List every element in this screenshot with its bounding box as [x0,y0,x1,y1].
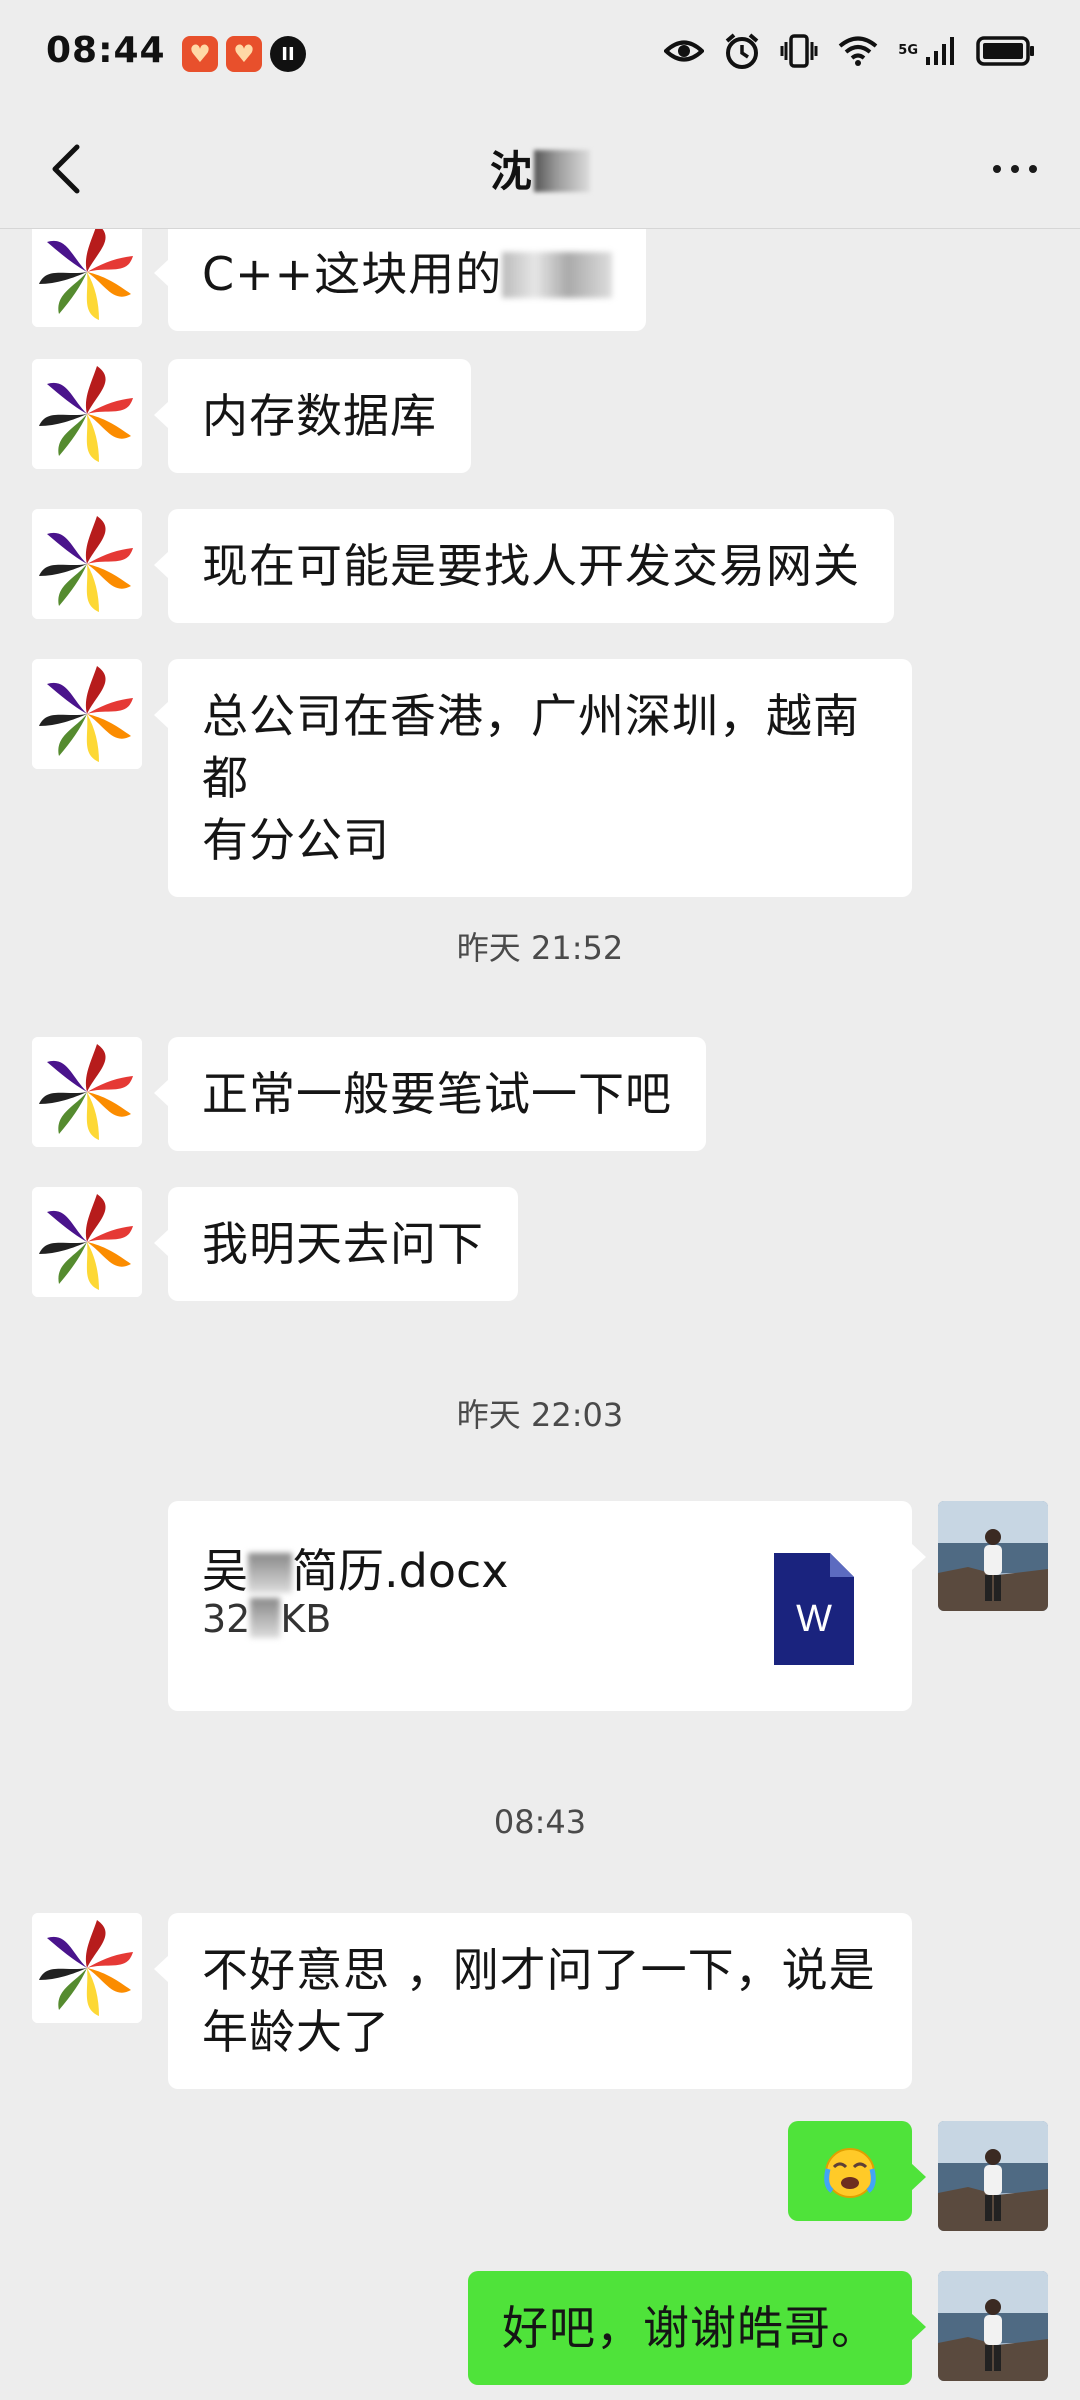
heart-badge-icon: ♥ [182,36,218,72]
chat-title-text: 沈 [489,147,532,196]
status-bar: 08:44 ♥ ♥ II 5G [0,0,1080,110]
message-bubble[interactable]: 不好意思 ，刚才问了一下，说是 年龄大了 [154,1913,912,2089]
more-dots-icon[interactable] [980,146,1050,192]
message-text-line: 有分公司 [202,813,390,867]
contact-avatar[interactable] [32,659,142,769]
status-time: 08:44 [46,30,166,71]
redacted-name-blur [534,150,590,192]
file-name: 吴简历.docx [202,1535,508,1601]
message-text: 内存数据库 [202,389,437,443]
svg-text:W: W [796,1598,832,1640]
message-text-line: 不好意思 ，刚才问了一下，说是 [202,1943,876,1997]
message-bubble[interactable]: 现在可能是要找人开发交易网关 [154,509,894,623]
chat-message-list[interactable]: C++这块用的 内存数据库 现在可能是要找人开发交易网关 总公司在香港，广州深圳… [0,229,1080,2400]
message-bubble[interactable]: 好吧，谢谢皓哥。 [468,2271,926,2385]
contact-avatar[interactable] [32,1037,142,1147]
file-size-part: 32 [202,1597,251,1641]
message-text: 我明天去问下 [202,1217,484,1271]
vibrate-icon [780,34,818,68]
user-avatar[interactable] [938,1501,1048,1611]
redacted-text-blur [502,252,613,298]
battery-icon [976,36,1034,66]
app-badge-icon: II [270,36,306,72]
message-bubble[interactable]: 总公司在香港，广州深圳，越南都 有分公司 [154,659,912,897]
redacted-text-blur [250,1598,281,1638]
file-message-card[interactable]: 吴简历.docx 32 KB W [168,1501,926,1711]
crying-face-emoji [824,2148,876,2198]
contact-avatar[interactable] [32,509,142,619]
contact-avatar[interactable] [32,359,142,469]
message-text-line: 总公司在香港，广州深圳，越南都 [202,689,860,805]
chat-title: 沈 [0,138,1080,199]
wifi-icon [839,36,878,66]
file-name-part: 吴 [202,1544,248,1598]
message-text: 现在可能是要找人开发交易网关 [202,539,860,593]
user-avatar[interactable] [938,2121,1048,2231]
contact-avatar[interactable] [32,1187,142,1297]
file-size: 32 KB [202,1597,331,1641]
file-name-part: 简历.docx [292,1544,509,1598]
message-text-line: 年龄大了 [202,2005,390,2059]
message-bubble[interactable]: 内存数据库 [154,359,471,473]
contact-avatar[interactable] [32,1913,142,2023]
timestamp-divider: 昨天 21:52 [456,929,624,967]
message-text: 好吧，谢谢皓哥。 [502,2301,878,2355]
heart-badge-icon: ♥ [226,36,262,72]
user-avatar[interactable] [938,2271,1048,2381]
alarm-icon [725,33,759,69]
eye-icon [664,40,705,62]
status-system-icons: 5G [664,32,1036,70]
contact-avatar[interactable] [32,229,142,327]
message-bubble[interactable]: 我明天去问下 [154,1187,518,1301]
timestamp-divider: 昨天 22:03 [456,1396,624,1434]
redacted-text-blur [248,1553,292,1593]
word-document-icon: W [774,1553,854,1665]
message-text: C++这块用的 [202,247,503,301]
network-type-label: 5G [898,43,918,58]
emoji-message-bubble[interactable] [788,2121,926,2221]
status-notification-icons: ♥ ♥ II [182,36,306,72]
message-bubble[interactable]: C++这块用的 [153,229,647,331]
chat-header: 沈 [0,110,1080,229]
signal-icon [926,37,954,65]
message-text: 正常一般要笔试一下吧 [202,1067,672,1121]
message-bubble[interactable]: 正常一般要笔试一下吧 [154,1037,706,1151]
file-size-part: KB [280,1597,332,1641]
timestamp-divider: 08:43 [493,1803,587,1841]
